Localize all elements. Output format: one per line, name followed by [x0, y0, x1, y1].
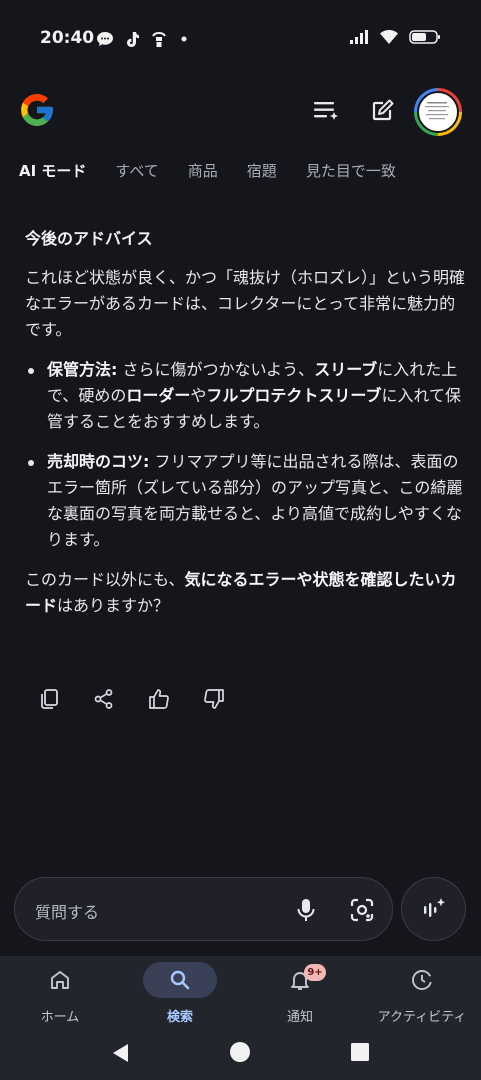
- system-navigation: [0, 1036, 481, 1068]
- tab-visual-match[interactable]: 見た目で一致: [306, 160, 396, 181]
- nav-home-label: ホーム: [40, 1010, 80, 1025]
- avatar-image: [417, 91, 459, 133]
- bullet-emphasis: ローダー: [126, 386, 191, 405]
- activity-icon: [412, 970, 432, 990]
- history-icon: [314, 102, 338, 120]
- tab-ai-mode[interactable]: AI モード: [19, 160, 86, 181]
- nav-activity-label: アクティビティ: [377, 1010, 467, 1025]
- closing-text: はありますか？: [57, 596, 170, 615]
- signal-icon: [350, 30, 368, 44]
- tab-homework[interactable]: 宿題: [247, 160, 277, 181]
- nav-home-icon-wrap: [23, 962, 97, 998]
- nav-notifications-label: 通知: [286, 1010, 313, 1025]
- bullet-text: さらに傷がつかないよう、: [117, 360, 315, 379]
- bullet-text: や: [190, 386, 207, 405]
- new-chat-button[interactable]: [367, 94, 399, 126]
- list-item-selling: 売却時のコツ: フリマアプリ等に出品される際は、表面のエラー箇所（ズレている部分…: [25, 449, 465, 553]
- nav-search-label: 検索: [166, 1010, 193, 1025]
- home-icon: [51, 971, 69, 989]
- intro-paragraph: これほど状態が良く、かつ「魂抜け（ホロズレ）」という明確なエラーがあるカードは、…: [25, 268, 466, 339]
- google-logo[interactable]: [18, 91, 56, 129]
- history-button[interactable]: [310, 94, 342, 126]
- notification-icons: [96, 30, 190, 48]
- lens-camera-icon[interactable]: [349, 897, 375, 923]
- battery-icon: [409, 30, 440, 44]
- microphone-icon[interactable]: [295, 897, 317, 923]
- advice-list: 保管方法: さらに傷がつかないよう、スリーブに入れた上で、硬めのローダーやフルプ…: [25, 357, 465, 553]
- status-time: 20:40: [40, 28, 95, 48]
- nav-activity-icon-wrap: [385, 962, 459, 998]
- bullet-label: 売却時のコツ:: [47, 452, 150, 471]
- dot-icon: [181, 36, 187, 42]
- ai-mode-button[interactable]: [401, 877, 466, 941]
- search-mode-tabs: AI モード すべて 商品 宿題 見た目で一致: [19, 160, 425, 181]
- nav-search-icon-wrap: [143, 962, 217, 998]
- nav-home[interactable]: ホーム: [12, 962, 108, 1025]
- bullet-emphasis: スリーブ: [314, 360, 378, 379]
- thumbs-up-icon[interactable]: [148, 688, 170, 710]
- notification-badge: 9+: [304, 964, 326, 981]
- recents-icon[interactable]: [350, 1042, 370, 1062]
- nav-search[interactable]: 検索: [132, 962, 228, 1025]
- nav-notifications-icon-wrap: 9+: [263, 962, 337, 998]
- nav-activity[interactable]: アクティビティ: [372, 962, 472, 1025]
- back-icon[interactable]: [110, 1042, 132, 1064]
- search-icon: [170, 970, 190, 990]
- profile-avatar[interactable]: [414, 88, 462, 136]
- thumbs-down-icon[interactable]: [203, 688, 225, 710]
- closing-question: このカード以外にも、気になるエラーや状態を確認したいカードはありますか？: [25, 567, 465, 619]
- list-item-storage: 保管方法: さらに傷がつかないよう、スリーブに入れた上で、硬めのローダーやフルプ…: [25, 357, 465, 435]
- closing-text: このカード以外にも、: [25, 570, 185, 589]
- tab-all[interactable]: すべて: [115, 160, 158, 181]
- system-status-icons: [349, 29, 441, 45]
- sparkle-bars-icon: [423, 898, 445, 917]
- edit-icon: [372, 99, 394, 121]
- nav-notifications[interactable]: 9+ 通知: [252, 962, 348, 1025]
- status-bar: 20:40: [0, 0, 481, 80]
- bullet-label: 保管方法:: [47, 360, 118, 379]
- screen: 20:40 AI モード すべて 商品 宿題 見た目で一致 今後のアドバイス こ…: [0, 0, 481, 1080]
- wifi-icon: [380, 30, 398, 44]
- response-actions: [38, 688, 225, 710]
- app-notification-icon: [152, 32, 166, 47]
- tiktok-icon: [127, 31, 139, 47]
- home-circle-icon[interactable]: [229, 1041, 251, 1063]
- bullet-emphasis: フルプロテクトスリーブ: [206, 386, 382, 405]
- app-header: [0, 86, 481, 136]
- tab-shopping[interactable]: 商品: [188, 160, 218, 181]
- ai-response: 今後のアドバイス これほど状態が良く、かつ「魂抜け（ホロズレ）」という明確なエラ…: [25, 226, 465, 619]
- ask-input[interactable]: 質問する: [35, 899, 99, 923]
- ask-input-bar[interactable]: 質問する: [14, 877, 393, 941]
- share-icon[interactable]: [93, 688, 115, 710]
- chat-icon: [97, 32, 113, 46]
- copy-icon[interactable]: [38, 688, 60, 710]
- section-heading: 今後のアドバイス: [25, 229, 153, 248]
